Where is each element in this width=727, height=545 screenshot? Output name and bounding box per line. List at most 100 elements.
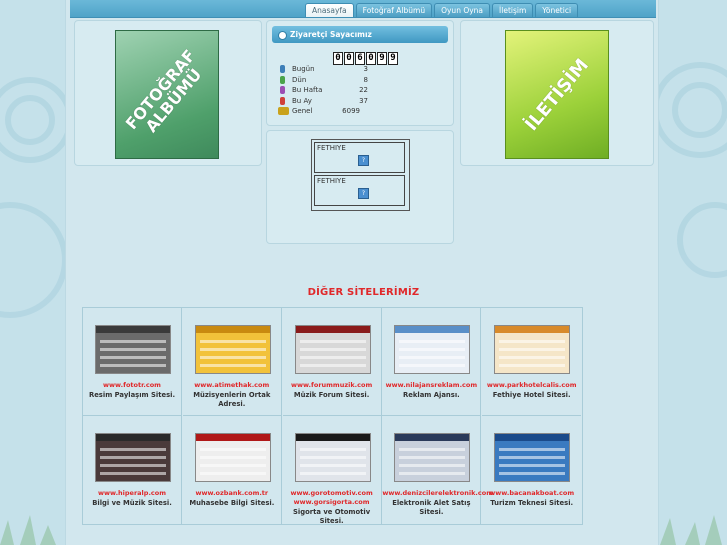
thumbnail-content-line	[399, 464, 466, 467]
thumbnail-content-line	[299, 464, 366, 467]
thumbnail-header	[96, 326, 170, 333]
broken-image-icon: ?	[358, 155, 369, 166]
stat-value: 37	[359, 96, 368, 105]
site-url-link[interactable]: www.gorsigorta.com	[283, 498, 381, 506]
site-url-link[interactable]: www.denizcilerelektronik.com	[382, 489, 493, 497]
fethiye-box-2: FETHIYE ?	[314, 175, 405, 206]
other-sites-title: DİĞER SİTELERİMİZ	[307, 287, 420, 298]
visitor-stat-row: Bugün 3	[278, 64, 368, 75]
nav-tabs: Anasayfa Fotoğraf Albümü Oyun Oyna İleti…	[305, 3, 579, 17]
site-description: Fethiye Hotel Sitesi.	[492, 391, 571, 399]
fethiye-label: FETHIYE	[317, 177, 346, 185]
site-url-link[interactable]: www.gorotomotiv.com	[283, 489, 381, 497]
thumbnail-content-line	[100, 464, 166, 467]
contact-banner[interactable]: İLETİŞİM	[505, 30, 609, 159]
person-icon	[280, 96, 285, 105]
site-description: Bilgi ve Müzik Sitesi.	[92, 499, 172, 507]
thumbnail-content-line	[299, 356, 366, 359]
site-card[interactable]: www.denizcilerelektronik.com Elektronik A…	[382, 416, 493, 524]
thumbnail-content-line	[199, 456, 266, 459]
site-thumbnail[interactable]	[294, 433, 371, 482]
visitor-stat-row: Bu Hafta 22	[278, 85, 368, 96]
fethiye-label: FETHIYE	[317, 144, 346, 152]
site-description: Müzik Forum Sitesi.	[293, 391, 370, 399]
thumbnail-content-line	[499, 472, 566, 475]
counter-digit: 9	[377, 52, 387, 65]
site-card[interactable]: www.parkhotelcalis.com Fethiye Hotel Site…	[482, 308, 582, 416]
contact-banner-text: İLETİŞİM	[520, 54, 594, 135]
stat-label: Bu Ay	[292, 96, 312, 105]
site-url-link[interactable]: www.fototr.com	[83, 381, 181, 389]
thumbnail-content-line	[499, 340, 566, 343]
tab-fotograf-albumu[interactable]: Fotoğraf Albümü	[355, 3, 433, 17]
thumbnail-content-line	[499, 364, 566, 367]
visitor-stat-row: Dün 8	[278, 75, 368, 86]
site-description: Sigorta ve Otomotiv Sitesi.	[293, 508, 371, 525]
thumbnail-content-line	[399, 472, 466, 475]
site-url-link[interactable]: www.ozbank.com.tr	[183, 489, 281, 497]
stat-label: Dün	[292, 75, 307, 84]
site-card[interactable]: www.forummuzik.com Müzik Forum Sitesi.	[282, 308, 382, 416]
thumbnail-content-line	[499, 464, 566, 467]
site-url-link[interactable]: www.hiperalp.com	[83, 489, 181, 497]
person-icon	[280, 86, 285, 94]
site-url-link[interactable]: www.bacanakboat.com	[482, 489, 581, 497]
thumbnail-content-line	[199, 348, 266, 351]
thumbnail-header	[96, 434, 170, 441]
thumbnail-content-line	[100, 348, 166, 351]
thumbnail-content-line	[100, 448, 166, 451]
site-card[interactable]: www.fototr.com Resim Paylaşım Sitesi.	[83, 308, 182, 416]
site-url-link[interactable]: www.atimethak.com	[183, 381, 281, 389]
broken-image-icon: ?	[358, 188, 369, 199]
thumbnail-content-line	[199, 356, 266, 359]
site-thumbnail[interactable]	[194, 325, 271, 374]
site-description: Reklam Ajansı.	[403, 391, 460, 399]
site-thumbnail[interactable]	[494, 325, 571, 374]
thumbnail-content-line	[299, 340, 366, 343]
other-sites-grid: www.fototr.com Resim Paylaşım Sitesi. www.…	[82, 307, 583, 525]
thumbnail-content-line	[399, 340, 466, 343]
site-url-link[interactable]: www.parkhotelcalis.com	[482, 381, 581, 389]
thumbnail-header	[195, 434, 270, 441]
site-url-link[interactable]: www.forummuzik.com	[283, 381, 381, 389]
thumbnail-content-line	[399, 456, 466, 459]
thumbnail-content-line	[199, 364, 266, 367]
site-thumbnail[interactable]	[394, 433, 471, 482]
visitor-stats: Bugün 3 Dün 8 Bu Hafta 22 Bu Ay 37 Genel 6099	[278, 64, 368, 117]
site-url-link[interactable]: www.nilajansreklam.com	[382, 381, 480, 389]
site-card[interactable]: www.bacanakboat.com Turizm Teknesi Sitesi…	[482, 416, 581, 524]
fethiye-widget: FETHIYE ? FETHIYE ?	[311, 139, 410, 211]
stat-value: 8	[363, 75, 368, 84]
group-icon	[278, 107, 289, 115]
site-description: Turizm Teknesi Sitesi.	[490, 499, 574, 507]
site-card[interactable]: www.hiperalp.com Bilgi ve Müzik Sitesi.	[83, 416, 182, 524]
visitor-counter-title: Ziyaretçi Sayacımız	[290, 30, 372, 39]
tab-anasayfa[interactable]: Anasayfa	[305, 3, 354, 17]
tab-iletisim[interactable]: İletişim	[492, 3, 534, 17]
site-card[interactable]: www.gorotomotiv.com www.gorsigorta.com Sig…	[283, 416, 382, 525]
thumbnail-header	[295, 326, 370, 333]
thumbnail-content-line	[299, 448, 366, 451]
tab-yonetici[interactable]: Yönetici	[535, 3, 579, 17]
site-description: Müzisyenlerin Ortak Adresi.	[193, 391, 271, 408]
thumbnail-content-line	[299, 364, 366, 367]
thumbnail-content-line	[399, 356, 466, 359]
tab-oyun-oyna[interactable]: Oyun Oyna	[434, 3, 491, 17]
site-thumbnail[interactable]	[95, 433, 171, 482]
thumbnail-content-line	[499, 356, 566, 359]
site-card[interactable]: www.nilajansreklam.com Reklam Ajansı.	[382, 308, 482, 416]
site-thumbnail[interactable]	[194, 433, 271, 482]
site-thumbnail[interactable]	[394, 325, 471, 374]
photo-album-banner[interactable]: FOTOĞRAF ALBÜMÜ	[115, 30, 219, 159]
thumbnail-header	[495, 326, 570, 333]
thumbnail-content-line	[299, 472, 366, 475]
site-card[interactable]: www.atimethak.com Müzisyenlerin Ortak Adr…	[182, 308, 282, 416]
person-icon	[280, 65, 285, 73]
thumbnail-content-line	[100, 456, 166, 459]
thumbnail-content-line	[299, 348, 366, 351]
site-thumbnail[interactable]	[95, 325, 171, 374]
site-card[interactable]: www.ozbank.com.tr Muhasebe Bilgi Sitesi.	[183, 416, 282, 524]
site-thumbnail[interactable]	[494, 433, 571, 482]
thumbnail-content-line	[199, 464, 266, 467]
site-thumbnail[interactable]	[294, 325, 371, 374]
